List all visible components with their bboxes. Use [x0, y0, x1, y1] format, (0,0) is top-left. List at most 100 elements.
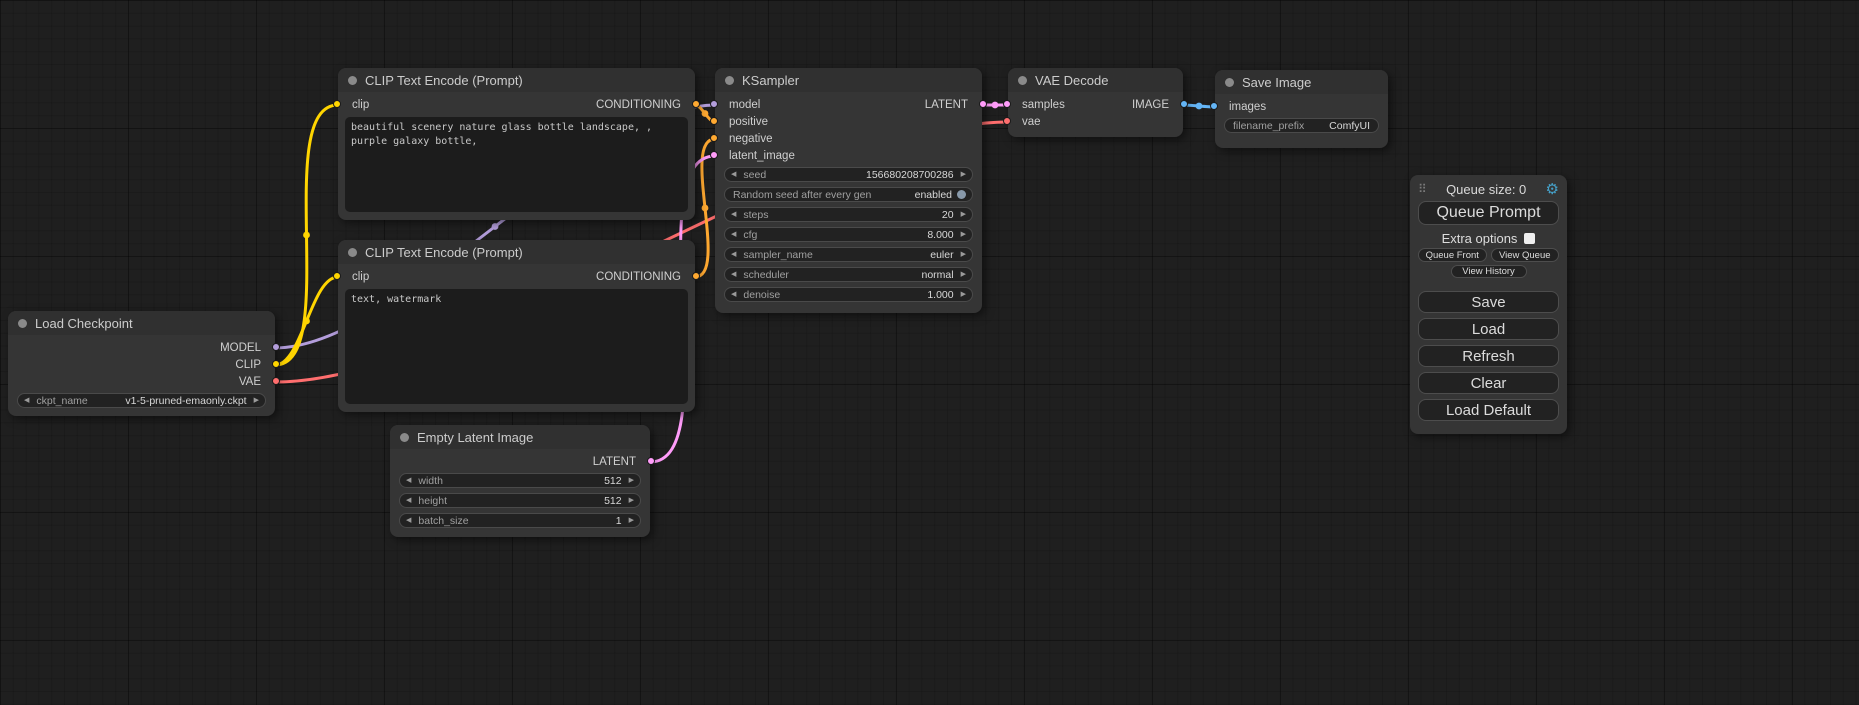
link-midpoint-dot[interactable]: [702, 110, 709, 117]
queue-menu-panel[interactable]: ⠿ Queue size: 0 ⚙ Queue Prompt Extra opt…: [1410, 175, 1567, 434]
port-latent-output[interactable]: [979, 100, 987, 108]
node-load-checkpoint[interactable]: Load Checkpoint MODEL CLIP VAE: [8, 311, 275, 416]
link-midpoint-dot[interactable]: [702, 205, 709, 212]
link-midpoint-dot[interactable]: [1196, 103, 1203, 110]
port-latent-image-input[interactable]: [710, 151, 718, 159]
node-collapse-dot[interactable]: [725, 76, 734, 85]
node-title-bar[interactable]: KSampler: [715, 68, 982, 92]
input-slot-model: model: [715, 96, 760, 113]
widget-height[interactable]: ◀ height 512 ▶: [399, 493, 641, 508]
node-collapse-dot[interactable]: [348, 76, 357, 85]
increment-arrow-icon[interactable]: ▶: [961, 271, 966, 278]
prompt-textarea[interactable]: text, watermark: [345, 289, 688, 404]
increment-arrow-icon[interactable]: ▶: [961, 231, 966, 238]
decrement-arrow-icon[interactable]: ◀: [24, 397, 29, 404]
toggle-knob[interactable]: [957, 190, 966, 199]
decrement-arrow-icon[interactable]: ◀: [731, 171, 736, 178]
node-collapse-dot[interactable]: [348, 248, 357, 257]
decrement-arrow-icon[interactable]: ◀: [731, 291, 736, 298]
node-title-bar[interactable]: CLIP Text Encode (Prompt): [338, 68, 695, 92]
decrement-arrow-icon[interactable]: ◀: [406, 477, 411, 484]
widget-random-seed-toggle[interactable]: Random seed after every gen enabled: [724, 187, 973, 202]
port-clip-output[interactable]: [272, 360, 280, 368]
increment-arrow-icon[interactable]: ▶: [629, 477, 634, 484]
node-title-bar[interactable]: Empty Latent Image: [390, 425, 650, 449]
graph-canvas[interactable]: Load Checkpoint MODEL CLIP VAE: [0, 0, 1859, 705]
clear-button[interactable]: Clear: [1418, 372, 1559, 394]
decrement-arrow-icon[interactable]: ◀: [731, 231, 736, 238]
queue-front-button[interactable]: Queue Front: [1418, 248, 1487, 262]
port-vae-output[interactable]: [272, 377, 280, 385]
widget-scheduler[interactable]: ◀ scheduler normal ▶: [724, 267, 973, 282]
widget-filename-prefix[interactable]: filename_prefix ComfyUI: [1224, 118, 1379, 133]
port-negative-input[interactable]: [710, 134, 718, 142]
load-default-button[interactable]: Load Default: [1418, 399, 1559, 421]
link-midpoint-dot[interactable]: [492, 223, 499, 230]
load-button[interactable]: Load: [1418, 318, 1559, 340]
port-image-output[interactable]: [1180, 100, 1188, 108]
node-clip-text-encode-positive[interactable]: CLIP Text Encode (Prompt) clip CONDITION…: [338, 68, 695, 220]
view-queue-button[interactable]: View Queue: [1491, 248, 1560, 262]
node-empty-latent-image[interactable]: Empty Latent Image LATENT ◀ width 512 ▶ …: [390, 425, 650, 537]
widget-value: 156680208700286: [866, 169, 954, 181]
port-model-output[interactable]: [272, 343, 280, 351]
output-slot-model: MODEL: [220, 339, 275, 356]
widget-cfg[interactable]: ◀ cfg 8.000 ▶: [724, 227, 973, 242]
decrement-arrow-icon[interactable]: ◀: [731, 251, 736, 258]
link-midpoint-dot[interactable]: [992, 102, 999, 109]
extra-options-checkbox[interactable]: [1524, 233, 1535, 244]
widget-seed[interactable]: ◀ seed 156680208700286 ▶: [724, 167, 973, 182]
drag-handle-icon[interactable]: ⠿: [1418, 182, 1427, 196]
node-collapse-dot[interactable]: [400, 433, 409, 442]
link-midpoint-dot[interactable]: [303, 232, 310, 239]
port-conditioning-output[interactable]: [692, 100, 700, 108]
increment-arrow-icon[interactable]: ▶: [629, 517, 634, 524]
queue-prompt-button[interactable]: Queue Prompt: [1418, 201, 1559, 225]
node-collapse-dot[interactable]: [18, 319, 27, 328]
link-midpoint-dot[interactable]: [303, 318, 310, 325]
increment-arrow-icon[interactable]: ▶: [254, 397, 259, 404]
port-conditioning-output[interactable]: [692, 272, 700, 280]
node-title-bar[interactable]: VAE Decode: [1008, 68, 1183, 92]
node-vae-decode[interactable]: VAE Decode samples IMAGE vae: [1008, 68, 1183, 137]
node-title-bar[interactable]: Load Checkpoint: [8, 311, 275, 335]
decrement-arrow-icon[interactable]: ◀: [731, 271, 736, 278]
refresh-button[interactable]: Refresh: [1418, 345, 1559, 367]
view-history-button[interactable]: View History: [1451, 265, 1527, 278]
port-clip-input[interactable]: [333, 272, 341, 280]
port-positive-input[interactable]: [710, 117, 718, 125]
save-button[interactable]: Save: [1418, 291, 1559, 313]
node-title: KSampler: [742, 73, 799, 88]
increment-arrow-icon[interactable]: ▶: [961, 171, 966, 178]
decrement-arrow-icon[interactable]: ◀: [406, 497, 411, 504]
decrement-arrow-icon[interactable]: ◀: [406, 517, 411, 524]
widget-width[interactable]: ◀ width 512 ▶: [399, 473, 641, 488]
node-ksampler[interactable]: KSampler model LATENT positive: [715, 68, 982, 313]
slot-label: negative: [729, 133, 772, 145]
port-model-input[interactable]: [710, 100, 718, 108]
node-collapse-dot[interactable]: [1225, 78, 1234, 87]
widget-ckpt-name[interactable]: ◀ ckpt_name v1-5-pruned-emaonly.ckpt ▶: [17, 393, 266, 408]
node-save-image[interactable]: Save Image images filename_prefix ComfyU…: [1215, 70, 1388, 148]
increment-arrow-icon[interactable]: ▶: [629, 497, 634, 504]
widget-sampler-name[interactable]: ◀ sampler_name euler ▶: [724, 247, 973, 262]
node-collapse-dot[interactable]: [1018, 76, 1027, 85]
port-vae-input[interactable]: [1003, 117, 1011, 125]
widget-steps[interactable]: ◀ steps 20 ▶: [724, 207, 973, 222]
port-samples-input[interactable]: [1003, 100, 1011, 108]
port-latent-output[interactable]: [647, 457, 655, 465]
port-images-input[interactable]: [1210, 102, 1218, 110]
node-clip-text-encode-negative[interactable]: CLIP Text Encode (Prompt) clip CONDITION…: [338, 240, 695, 412]
increment-arrow-icon[interactable]: ▶: [961, 251, 966, 258]
decrement-arrow-icon[interactable]: ◀: [731, 211, 736, 218]
settings-gear-icon[interactable]: ⚙: [1546, 182, 1559, 197]
increment-arrow-icon[interactable]: ▶: [961, 211, 966, 218]
prompt-textarea[interactable]: beautiful scenery nature glass bottle la…: [345, 117, 688, 212]
widget-denoise[interactable]: ◀ denoise 1.000 ▶: [724, 287, 973, 302]
widget-batch-size[interactable]: ◀ batch_size 1 ▶: [399, 513, 641, 528]
node-title-bar[interactable]: CLIP Text Encode (Prompt): [338, 240, 695, 264]
slot-row: model LATENT: [715, 96, 982, 113]
node-title-bar[interactable]: Save Image: [1215, 70, 1388, 94]
port-clip-input[interactable]: [333, 100, 341, 108]
increment-arrow-icon[interactable]: ▶: [961, 291, 966, 298]
